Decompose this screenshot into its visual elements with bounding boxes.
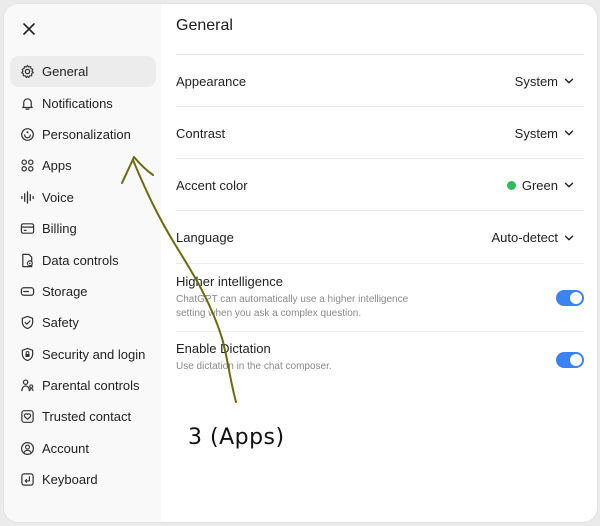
settings-dialog: General Notifications Personalization Ap… (4, 4, 597, 522)
settings-sidebar: General Notifications Personalization Ap… (4, 4, 161, 522)
account-icon (20, 441, 35, 455)
sidebar-item-general[interactable]: General (10, 56, 156, 88)
setting-label: Language (176, 230, 234, 245)
close-icon (23, 23, 35, 35)
toggle-title: Higher intelligence (176, 274, 283, 289)
sidebar-item-label: Parental controls (42, 378, 140, 394)
sidebar-item-label: Billing (42, 221, 77, 237)
setting-row-contrast: Contrast System (176, 107, 584, 159)
sidebar-nav: General Notifications Personalization Ap… (10, 56, 156, 495)
chevron-down-icon (564, 78, 574, 84)
higher-intelligence-toggle[interactable] (556, 290, 584, 306)
sidebar-item-apps[interactable]: Apps (10, 150, 156, 181)
appearance-select[interactable]: System (515, 74, 584, 89)
personalization-icon (21, 128, 34, 141)
accent-swatch (506, 180, 516, 190)
toggle-title: Enable Dictation (176, 341, 271, 356)
row-divider (176, 331, 584, 332)
select-value: Auto-detect (491, 230, 559, 245)
sidebar-item-label: Personalization (42, 126, 131, 142)
sidebar-item-label: Safety (42, 315, 79, 331)
setting-label: Contrast (176, 125, 226, 141)
sidebar-item-billing[interactable]: Billing (10, 213, 156, 244)
gear-icon (21, 65, 34, 79)
sidebar-item-label: Security and login (42, 346, 146, 362)
sidebar-item-notifications[interactable]: Notifications (10, 87, 156, 118)
sidebar-item-label: Storage (42, 283, 88, 299)
chevron-down-icon (564, 235, 574, 240)
data-controls-icon (22, 253, 33, 267)
sidebar-item-label: Keyboard (42, 472, 98, 488)
setting-row-appearance: Appearance System (176, 55, 584, 107)
sidebar-item-label: Apps (42, 158, 72, 174)
sidebar-item-parental-controls[interactable]: Parental controls (10, 370, 156, 401)
toggle-description: Use dictation in the chat composer. (176, 361, 332, 372)
shield-icon (21, 316, 34, 330)
apps-grid-icon (21, 159, 34, 172)
sidebar-item-data-controls[interactable]: Data controls (10, 244, 156, 275)
sidebar-item-label: Data controls (42, 252, 119, 268)
select-value: System (514, 125, 558, 141)
sidebar-item-account[interactable]: Account (10, 433, 156, 464)
setting-label: Appearance (176, 73, 247, 89)
keyboard-icon (21, 473, 34, 486)
sidebar-item-label: Notifications (42, 95, 113, 111)
trusted-contact-icon (21, 410, 34, 424)
toggle-row-enable-dictation: Enable Dictation Use dictation in the ch… (176, 341, 584, 391)
sidebar-item-voice[interactable]: Voice (10, 182, 156, 213)
select-value: System (514, 73, 558, 89)
sidebar-item-personalization[interactable]: Personalization (10, 119, 156, 150)
sidebar-item-label: Account (42, 440, 89, 456)
row-divider (176, 263, 584, 264)
toggle-row-higher-intelligence: Higher intelligence ChatGPT can automati… (176, 274, 584, 332)
chevron-down-icon (564, 130, 574, 136)
accent-color-select[interactable]: Green (506, 177, 584, 193)
storage-icon (20, 287, 35, 296)
credit-card-icon (20, 223, 35, 234)
sidebar-item-label: Voice (42, 189, 74, 205)
setting-label: Accent color (176, 177, 248, 193)
sidebar-item-security[interactable]: Security and login (10, 339, 156, 370)
annotation-label: 3 (Apps) (188, 425, 285, 450)
toggle-description: ChatGPT can automatically use a higher i… (176, 294, 409, 319)
enable-dictation-toggle[interactable] (556, 352, 584, 368)
chevron-down-icon (564, 182, 574, 188)
sidebar-item-trusted-contact[interactable]: Trusted contact (10, 401, 156, 432)
page-title: General (176, 17, 233, 34)
voice-waveform-icon (21, 190, 34, 204)
bell-icon (22, 97, 33, 110)
sidebar-item-label: General (42, 64, 89, 80)
security-icon (21, 347, 34, 361)
close-button[interactable] (18, 18, 40, 40)
setting-row-accent-color: Accent color Green (176, 159, 584, 211)
language-select[interactable]: Auto-detect (492, 230, 585, 245)
contrast-select[interactable]: System (515, 126, 584, 141)
sidebar-item-safety[interactable]: Safety (10, 307, 156, 338)
sidebar-item-label: Trusted contact (42, 409, 132, 425)
sidebar-item-storage[interactable]: Storage (10, 276, 156, 307)
parental-icon (21, 379, 34, 392)
setting-row-language: Language Auto-detect (176, 211, 584, 264)
select-value: Green (521, 177, 558, 193)
sidebar-item-keyboard[interactable]: Keyboard (10, 464, 156, 495)
